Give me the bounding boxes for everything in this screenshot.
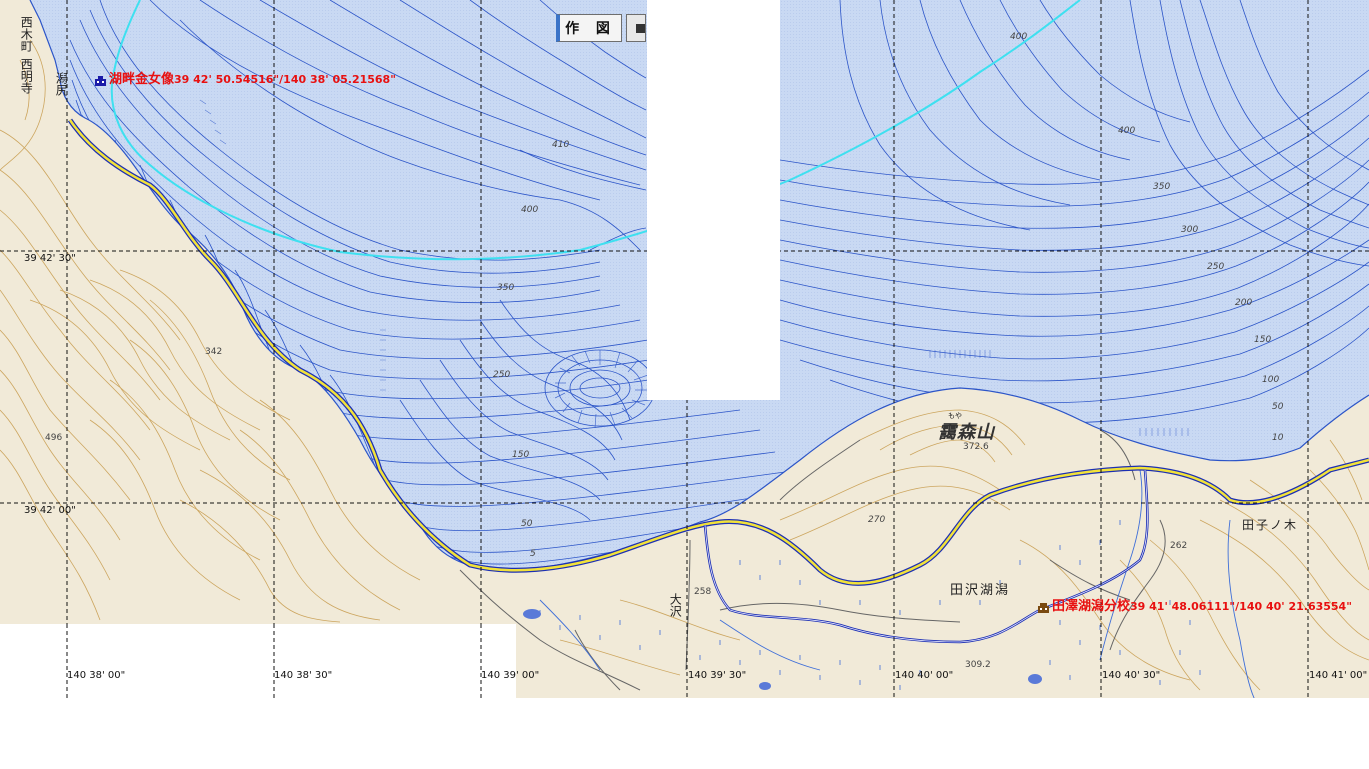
place-tazawakogata: 田沢湖潟	[950, 583, 1011, 598]
marker-school-name: 田澤湖潟分校	[1052, 599, 1131, 614]
summit-label: 372.6	[963, 442, 989, 452]
depth-label: 250	[493, 370, 511, 380]
place-nishimyoji: 西明寺	[19, 58, 34, 94]
depth-label: 150	[512, 450, 530, 460]
depth-label: 10	[1272, 433, 1284, 443]
summit-label: 309.2	[965, 660, 991, 670]
depth-label: 50	[521, 519, 533, 529]
marker-school-coord: 39 41' 48.06111"/140 40' 21.63554"	[1130, 600, 1352, 613]
school-icon[interactable]	[1038, 598, 1049, 613]
toolbar-tool-button[interactable]	[626, 14, 646, 42]
lon-label-4: 140 39' 30"	[688, 670, 747, 681]
depth-label: 50	[1272, 402, 1284, 412]
marker-statue[interactable]: 湖畔金女像39 42' 50.54516"/140 38' 05.21568"	[109, 68, 396, 87]
depth-label: 410	[552, 140, 570, 150]
depth-label: 100	[1262, 375, 1280, 385]
depth-label: 150	[1254, 335, 1272, 345]
depth-label: 300	[1181, 225, 1199, 235]
depth-label: 350	[1153, 182, 1171, 192]
draw-button[interactable]: 作 図	[556, 14, 622, 42]
depth-label: 250	[1207, 262, 1225, 272]
depth-label: 400	[1118, 126, 1136, 136]
lon-label-1: 140 38' 00"	[67, 670, 126, 681]
lon-label-2: 140 38' 30"	[274, 670, 333, 681]
elevation-label: 342	[205, 347, 223, 357]
depth-label: 400	[1010, 32, 1028, 42]
lon-label-6: 140 40' 30"	[1102, 670, 1161, 681]
marker-school[interactable]: 田澤湖潟分校39 41' 48.06111"/140 40' 21.63554"	[1052, 595, 1352, 614]
mountain-moyamoriyama: 靄森山	[938, 422, 995, 443]
depth-label: 5	[530, 549, 536, 559]
statue-icon[interactable]	[95, 71, 106, 86]
elevation-label: 496	[45, 433, 63, 443]
marker-statue-coord: 39 42' 50.54516"/140 38' 05.21568"	[174, 73, 396, 86]
depth-label: 400	[521, 205, 539, 215]
elevation-label: 270	[868, 515, 886, 525]
depth-label: 200	[1235, 298, 1253, 308]
lat-label-2: 39 42' 00"	[24, 505, 76, 516]
tool-icon	[636, 24, 645, 33]
lat-label-1: 39 42' 30"	[24, 253, 76, 264]
depth-label: 350	[497, 283, 515, 293]
place-nishikimachi: 西木町	[19, 16, 34, 52]
place-osawa: 大沢	[668, 593, 683, 617]
lon-label-5: 140 40' 00"	[895, 670, 954, 681]
lon-label-7: 140 41' 00"	[1309, 670, 1368, 681]
marker-statue-name: 湖畔金女像	[109, 72, 175, 87]
elevation-label: 258	[694, 587, 712, 597]
missing-map-tile	[647, 0, 780, 400]
place-tagonoki: 田子ノ木	[1242, 518, 1299, 532]
lon-label-3: 140 39' 00"	[481, 670, 540, 681]
place-katajiri: 潟尻	[54, 72, 69, 96]
elevation-label: 262	[1170, 541, 1188, 551]
